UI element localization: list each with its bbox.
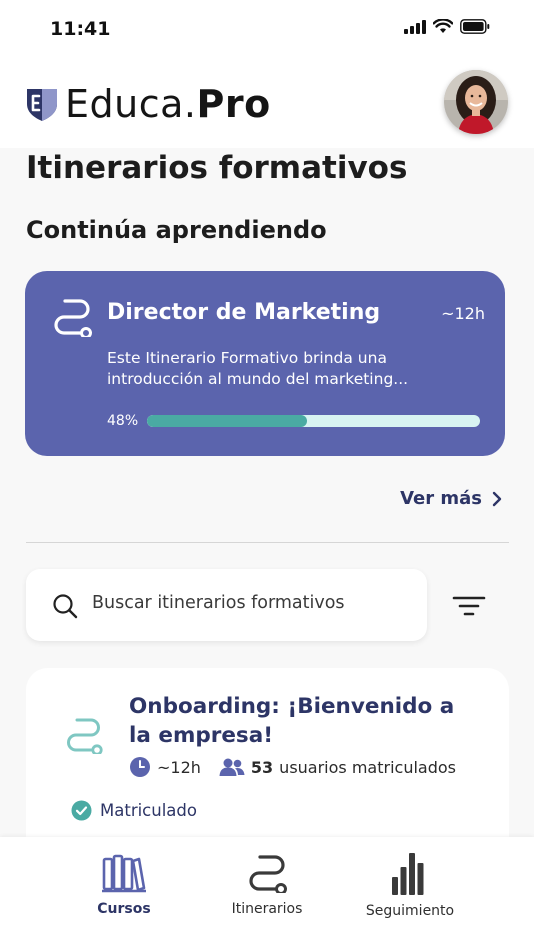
section-title-continue: Continúa aprendiendo — [26, 216, 327, 244]
logo-dot: . — [183, 82, 197, 126]
divider — [26, 542, 509, 543]
logo-text: Educa.Pro — [65, 82, 271, 126]
shield-logo-icon — [27, 89, 57, 121]
route-icon — [67, 718, 103, 754]
bar-chart-icon — [392, 853, 424, 895]
route-icon — [249, 855, 287, 893]
status-bar: 11:41 — [0, 0, 534, 58]
user-avatar[interactable] — [444, 70, 508, 134]
continue-learning-card[interactable]: Director de Marketing ~12h Este Itinerar… — [25, 271, 505, 456]
tab-label-cursos: Cursos — [97, 901, 151, 917]
users-count: 53 — [250, 757, 274, 777]
course-title: Onboarding: ¡Bienvenido a la empresa! — [129, 694, 455, 748]
card-description: Este Itinerario Formativo brinda una int… — [107, 349, 409, 388]
card-title: Director de Marketing — [107, 300, 381, 325]
search-icon — [53, 594, 78, 619]
avatar-image — [444, 70, 508, 134]
tab-label-seguimiento: Seguimiento — [365, 903, 455, 919]
tab-seguimiento[interactable]: Seguimiento — [360, 853, 460, 919]
books-icon — [102, 854, 146, 893]
progress-percent: 48% — [107, 413, 139, 429]
search-input[interactable] — [92, 593, 412, 613]
progress-bar — [147, 415, 480, 427]
tab-label-itinerarios: Itinerarios — [231, 901, 303, 917]
page-title: Itinerarios formativos — [26, 150, 408, 186]
status-icons — [404, 19, 490, 34]
progress-fill — [147, 415, 307, 427]
bottom-tab-bar: Cursos Itinerarios Seguimiento — [0, 837, 534, 950]
chevron-right-icon — [492, 491, 502, 506]
check-circle-icon — [71, 800, 92, 821]
wifi-icon — [433, 19, 453, 33]
clock-icon — [130, 757, 150, 777]
battery-icon — [460, 19, 490, 34]
signal-icon — [404, 19, 426, 34]
see-more-label: Ver más — [400, 488, 482, 509]
card-duration: ~12h — [441, 304, 485, 323]
filter-button[interactable] — [446, 586, 492, 626]
search-box[interactable] — [26, 569, 427, 641]
app-logo[interactable]: Educa.Pro — [25, 82, 271, 126]
status-time: 11:41 — [50, 18, 111, 40]
route-icon — [54, 299, 92, 337]
course-meta: ~12h 53 usuarios matriculados — [129, 756, 456, 778]
tab-cursos[interactable]: Cursos — [86, 853, 162, 917]
enrolled-status: Matriculado — [71, 800, 197, 821]
filter-icon — [452, 596, 486, 616]
enrolled-label: Matriculado — [100, 801, 197, 820]
app-header: Educa.Pro — [0, 58, 534, 148]
users-icon — [219, 758, 245, 776]
tab-itinerarios[interactable]: Itinerarios — [222, 853, 312, 917]
logo-suffix: Pro — [196, 82, 271, 126]
course-duration: ~12h — [157, 757, 201, 777]
logo-word: Educa — [65, 82, 184, 126]
users-label: usuarios matriculados — [279, 757, 456, 777]
see-more-link[interactable]: Ver más — [400, 488, 502, 509]
